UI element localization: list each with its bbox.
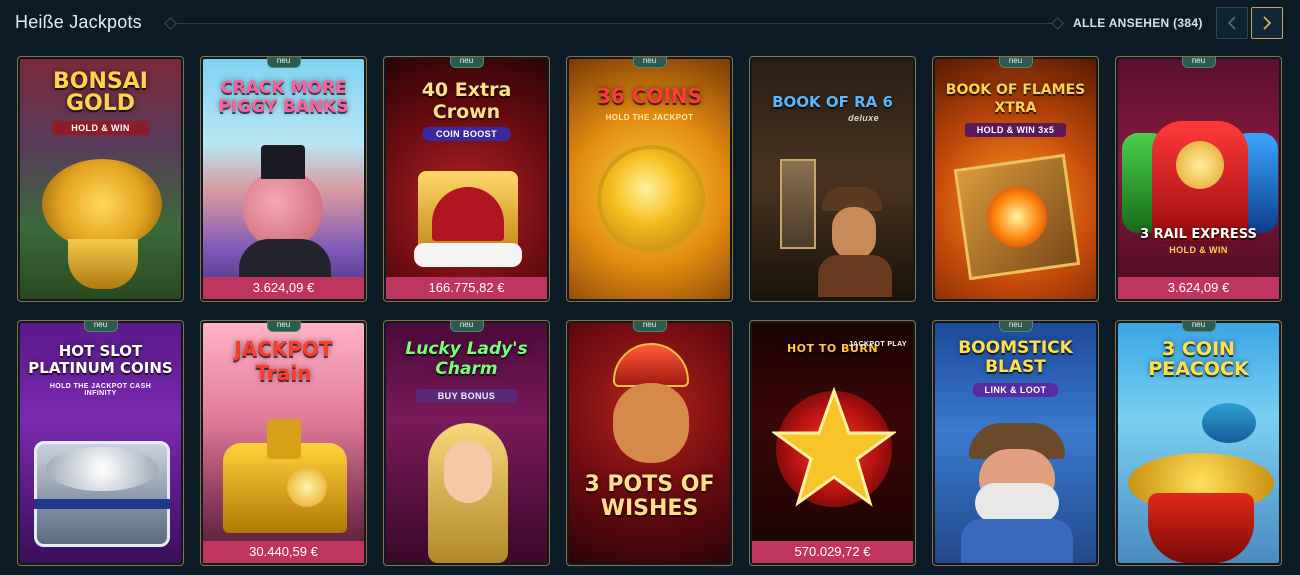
game-title: 3 COIN PEACOCK <box>1148 338 1249 380</box>
star-icon <box>772 387 896 507</box>
chevron-right-icon <box>1263 16 1272 30</box>
game-thumbnail: 40 Extra Crown COIN BOOST <box>386 59 547 299</box>
game-subtitle: HOLD & WIN 3x5 <box>965 123 1066 137</box>
game-thumbnail: 36 COINS HOLD THE JACKPOT <box>569 59 730 299</box>
game-thumbnail: 3 COIN PEACOCK <box>1118 323 1279 563</box>
game-card-boomstick-blast[interactable]: neu BOOMSTICK BLAST LINK & LOOT <box>932 320 1099 566</box>
game-thumbnail: HOT TO BURN JACKPOT PLAY <box>752 323 913 563</box>
game-subtitle: LINK & LOOT <box>973 383 1058 397</box>
game-thumbnail: BOOK OF RA 6 deluxe <box>752 59 913 299</box>
game-card-book-of-flames-xtra[interactable]: neu BOOK OF FLAMES XTRA HOLD & WIN 3x5 <box>932 56 1099 302</box>
view-all-link[interactable]: ALLE ANSEHEN (384) <box>1073 16 1203 30</box>
new-badge: neu <box>632 321 667 332</box>
game-card-hot-slot-platinum-coins[interactable]: neu HOT SLOT PLATINUM COINS HOLD THE JAC… <box>17 320 184 566</box>
jackpot-amount: 166.775,82 € <box>386 277 547 299</box>
game-grid: BONSAI GOLD HOLD & WIN neu CRACK MORE PI… <box>17 56 1282 566</box>
header-divider <box>170 23 1058 24</box>
game-subtitle: JACKPOT PLAY <box>848 341 907 348</box>
new-badge: neu <box>998 57 1033 68</box>
new-badge: neu <box>266 321 301 332</box>
game-card-3-pots-of-wishes[interactable]: neu 3 POTS OF WISHES <box>566 320 733 566</box>
jackpot-amount: 3.624,09 € <box>203 277 364 299</box>
carousel-prev-button[interactable] <box>1216 7 1248 39</box>
game-thumbnail: BONSAI GOLD HOLD & WIN <box>20 59 181 299</box>
game-title: BOOMSTICK BLAST <box>958 338 1073 377</box>
game-subtitle: HOLD & WIN <box>52 121 149 135</box>
new-badge: neu <box>449 57 484 68</box>
game-thumbnail: BOOK OF FLAMES XTRA HOLD & WIN 3x5 <box>935 59 1096 299</box>
game-title: BONSAI GOLD <box>53 69 148 116</box>
game-title: 3 POTS OF WISHES <box>584 472 715 521</box>
game-card-3-rail-express[interactable]: neu 3 RAIL EXPRESS HOLD & WIN 3.624,09 € <box>1115 56 1282 302</box>
new-badge: neu <box>632 57 667 68</box>
chevron-left-icon <box>1227 16 1236 30</box>
game-title: BOOK OF FLAMES XTRA <box>945 82 1086 116</box>
new-badge: neu <box>83 321 118 332</box>
game-title: 3 RAIL EXPRESS <box>1140 227 1257 242</box>
game-card-lucky-ladys-charm[interactable]: neu Lucky Lady's Charm BUY BONUS <box>383 320 550 566</box>
game-card-hot-to-burn[interactable]: HOT TO BURN JACKPOT PLAY 570.029,72 € <box>749 320 916 566</box>
carousel-next-button[interactable] <box>1251 7 1283 39</box>
game-subtitle: deluxe <box>848 113 879 123</box>
game-thumbnail: HOT SLOT PLATINUM COINS HOLD THE JACKPOT… <box>20 323 181 563</box>
new-badge: neu <box>998 321 1033 332</box>
new-badge: neu <box>1181 57 1216 68</box>
game-card-36-coins[interactable]: neu 36 COINS HOLD THE JACKPOT <box>566 56 733 302</box>
game-title: Lucky Lady's Charm <box>405 339 528 379</box>
game-thumbnail: Lucky Lady's Charm BUY BONUS <box>386 323 547 563</box>
game-subtitle: BUY BONUS <box>416 389 517 403</box>
game-subtitle: HOLD THE JACKPOT CASH INFINITY <box>49 383 152 397</box>
game-subtitle: HOLD & WIN <box>1169 245 1228 255</box>
game-card-crack-more-piggy-banks[interactable]: neu CRACK MORE PIGGY BANKS 3.624,09 € <box>200 56 367 302</box>
game-title: 40 Extra Crown <box>421 79 512 123</box>
game-subtitle: HOLD THE JACKPOT <box>605 113 694 122</box>
game-card-jackpot-train[interactable]: neu JACKPOT Train 30.440,59 € <box>200 320 367 566</box>
new-badge: neu <box>266 57 301 68</box>
game-card-book-of-ra-6[interactable]: BOOK OF RA 6 deluxe <box>749 56 916 302</box>
jackpot-amount: 3.624,09 € <box>1118 277 1279 299</box>
game-subtitle: COIN BOOST <box>422 127 511 141</box>
game-title: HOT SLOT PLATINUM COINS <box>28 342 173 377</box>
new-badge: neu <box>449 321 484 332</box>
jackpot-amount: 570.029,72 € <box>752 541 913 563</box>
game-title: JACKPOT Train <box>234 337 333 385</box>
new-badge: neu <box>1181 321 1216 332</box>
game-thumbnail: 3 RAIL EXPRESS HOLD & WIN <box>1118 59 1279 299</box>
game-title: BOOK OF RA 6 <box>772 93 893 111</box>
game-thumbnail: CRACK MORE PIGGY BANKS <box>203 59 364 299</box>
jackpot-amount: 30.440,59 € <box>203 541 364 563</box>
section-title: Heiße Jackpots <box>15 12 142 32</box>
game-thumbnail: BOOMSTICK BLAST LINK & LOOT <box>935 323 1096 563</box>
game-title: 36 COINS <box>596 84 703 108</box>
game-thumbnail: JACKPOT Train <box>203 323 364 563</box>
section-header: Heiße Jackpots ALLE ANSEHEN (384) <box>0 0 1300 46</box>
game-thumbnail: 3 POTS OF WISHES <box>569 323 730 563</box>
game-card-bonsai-gold[interactable]: BONSAI GOLD HOLD & WIN <box>17 56 184 302</box>
game-title: CRACK MORE PIGGY BANKS <box>218 78 349 117</box>
game-card-3-coin-peacock[interactable]: neu 3 COIN PEACOCK <box>1115 320 1282 566</box>
game-card-40-extra-crown[interactable]: neu 40 Extra Crown COIN BOOST 166.775,82… <box>383 56 550 302</box>
